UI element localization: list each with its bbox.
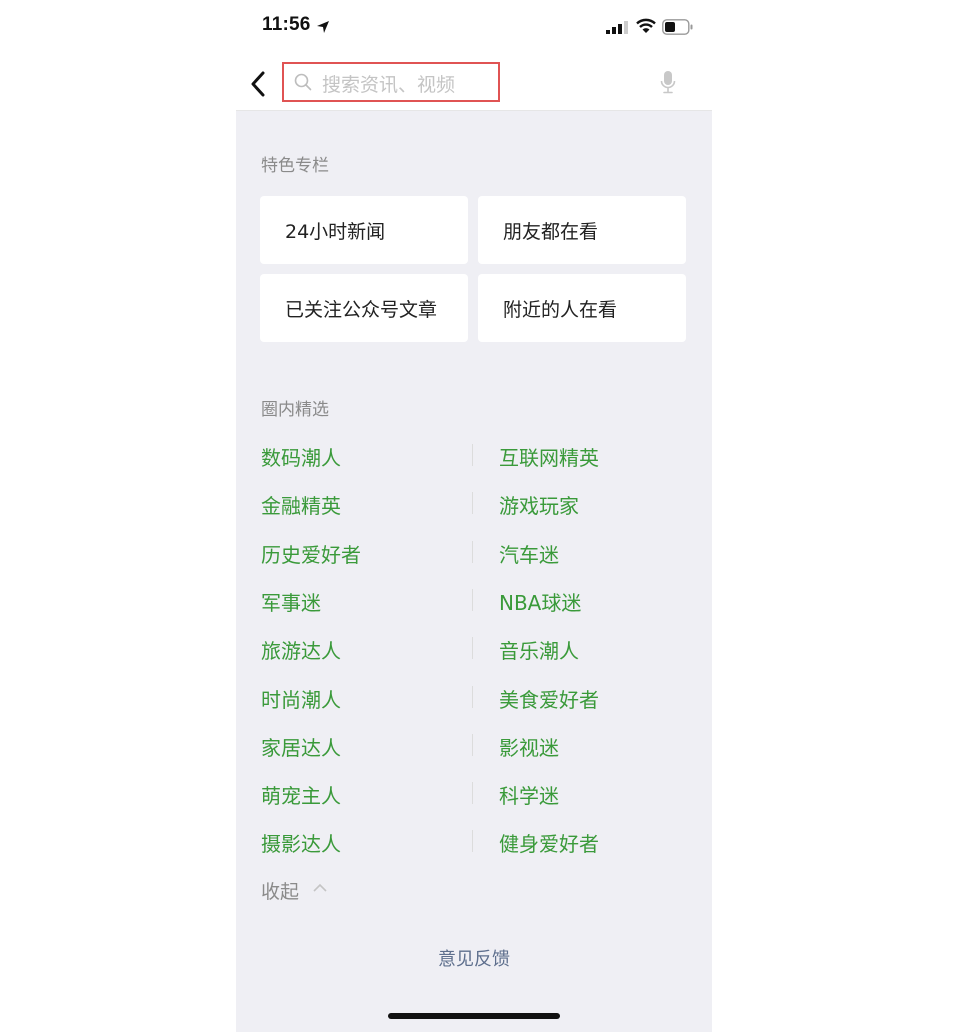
circle-tag[interactable]: 旅游达人 bbox=[261, 635, 341, 664]
feedback-link[interactable]: 意见反馈 bbox=[236, 945, 712, 971]
circle-tag[interactable]: 汽车迷 bbox=[499, 539, 559, 568]
circle-tag[interactable]: 互联网精英 bbox=[499, 442, 599, 471]
circle-tag[interactable]: 时尚潮人 bbox=[261, 684, 341, 713]
circle-tag[interactable]: NBA球迷 bbox=[499, 587, 581, 616]
phone-screen: 11:56 搜索资讯、视频 特色专栏 24小时新闻 朋友都在看 已关注公众号文章… bbox=[236, 0, 712, 1032]
location-arrow-icon bbox=[317, 21, 329, 33]
search-input[interactable]: 搜索资讯、视频 bbox=[282, 62, 500, 102]
card-nearby-watching[interactable]: 附近的人在看 bbox=[478, 274, 686, 342]
circles-section-title: 圈内精选 bbox=[261, 400, 329, 420]
search-icon bbox=[294, 73, 312, 91]
circle-tag[interactable]: 音乐潮人 bbox=[499, 635, 579, 664]
collapse-button[interactable]: 收起 bbox=[261, 877, 327, 903]
circle-tag[interactable]: 游戏玩家 bbox=[499, 490, 579, 519]
tag-divider bbox=[472, 685, 473, 708]
card-label: 朋友都在看 bbox=[503, 221, 599, 243]
chevron-up-icon bbox=[313, 883, 327, 892]
back-arrow-icon[interactable] bbox=[248, 70, 268, 98]
collapse-label: 收起 bbox=[261, 881, 300, 903]
card-label: 附近的人在看 bbox=[503, 299, 618, 321]
tag-divider bbox=[472, 782, 473, 805]
tag-divider bbox=[472, 588, 473, 611]
search-header: 搜索资讯、视频 bbox=[236, 56, 712, 111]
circle-tag[interactable]: 数码潮人 bbox=[261, 442, 341, 471]
status-bar: 11:56 bbox=[236, 0, 712, 56]
card-followed-accounts[interactable]: 已关注公众号文章 bbox=[260, 274, 468, 342]
card-label: 24小时新闻 bbox=[285, 221, 386, 243]
circle-tag[interactable]: 健身爱好者 bbox=[499, 828, 599, 857]
circle-tag[interactable]: 金融精英 bbox=[261, 490, 341, 519]
microphone-icon[interactable] bbox=[660, 70, 676, 94]
wifi-icon bbox=[636, 18, 656, 33]
circle-tag[interactable]: 家居达人 bbox=[261, 732, 341, 761]
status-time: 11:56 bbox=[262, 14, 311, 35]
circle-tag[interactable]: 萌宠主人 bbox=[261, 780, 341, 809]
tag-divider bbox=[472, 637, 473, 660]
card-24h-news[interactable]: 24小时新闻 bbox=[260, 196, 468, 264]
circle-tag[interactable]: 美食爱好者 bbox=[499, 684, 599, 713]
circle-tag[interactable]: 科学迷 bbox=[499, 780, 559, 809]
card-label: 已关注公众号文章 bbox=[285, 299, 438, 321]
card-friends-watching[interactable]: 朋友都在看 bbox=[478, 196, 686, 264]
tag-divider bbox=[472, 830, 473, 853]
circle-tag[interactable]: 影视迷 bbox=[499, 732, 559, 761]
home-indicator bbox=[388, 1013, 560, 1019]
tag-divider bbox=[472, 733, 473, 756]
circle-tag[interactable]: 历史爱好者 bbox=[261, 539, 361, 568]
featured-section-title: 特色专栏 bbox=[261, 156, 329, 176]
circle-tag[interactable]: 军事迷 bbox=[261, 587, 321, 616]
tag-divider bbox=[472, 540, 473, 563]
tag-divider bbox=[472, 444, 473, 466]
search-placeholder: 搜索资讯、视频 bbox=[322, 74, 456, 96]
circle-tag[interactable]: 摄影达人 bbox=[261, 828, 341, 857]
cellular-signal-icon bbox=[606, 21, 628, 34]
battery-icon bbox=[662, 19, 693, 35]
search-discovery-panel: 特色专栏 24小时新闻 朋友都在看 已关注公众号文章 附近的人在看 圈内精选 数… bbox=[236, 111, 712, 1032]
tag-divider bbox=[472, 492, 473, 515]
